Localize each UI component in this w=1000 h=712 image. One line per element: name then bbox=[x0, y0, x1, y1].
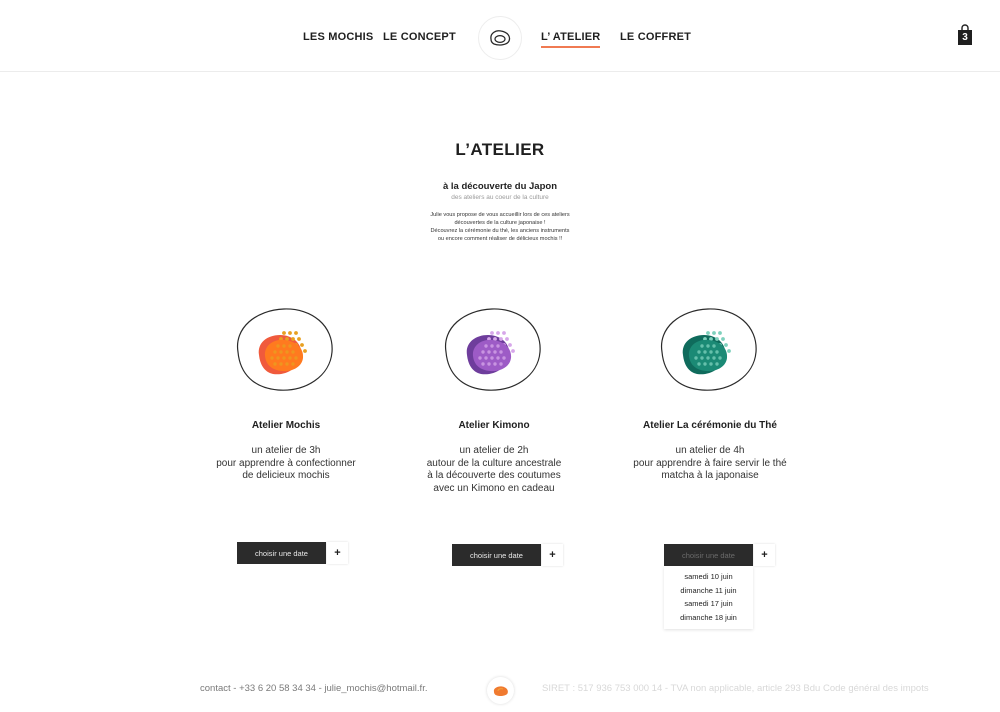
page-tagline: des ateliers au coeur de la culture bbox=[451, 194, 549, 201]
add-button-kimono[interactable]: + bbox=[542, 544, 563, 566]
card-description-line: un atelier de 2h bbox=[459, 445, 529, 456]
add-button-mochis[interactable]: + bbox=[327, 542, 348, 564]
intro-paragraph: Julie vous propose de vous accueillir lo… bbox=[0, 211, 1000, 243]
home-logo[interactable] bbox=[478, 16, 522, 60]
intro-line: Julie vous propose de vous accueillir lo… bbox=[430, 212, 570, 218]
cart-button[interactable]: 3 bbox=[957, 24, 975, 48]
mochi-illustration-icon bbox=[445, 308, 541, 391]
card-title: Atelier La cérémonie du Thé bbox=[643, 420, 777, 431]
card-title: Atelier Mochis bbox=[251, 420, 321, 431]
cart-count: 3 bbox=[962, 32, 968, 43]
nav-le-concept[interactable]: LE CONCEPT bbox=[383, 31, 456, 43]
date-option[interactable]: samedi 17 juin bbox=[664, 597, 753, 611]
page-title: L’ATELIER bbox=[455, 140, 545, 159]
intro-line: Découvrez la cérémonie du thé, les ancie… bbox=[430, 228, 570, 234]
footer-logo[interactable] bbox=[487, 677, 514, 704]
mochi-illustration-icon bbox=[661, 308, 757, 391]
page-subtitle: à la découverte du Japon bbox=[442, 181, 558, 192]
choose-date-button-mochis[interactable]: choisir une date bbox=[237, 542, 326, 564]
site-header: LES MOCHIS LE CONCEPT L’ ATELIER LE COFF… bbox=[0, 0, 1000, 72]
choose-date-button-the[interactable]: choisir une date bbox=[664, 544, 753, 566]
mochi-logo-icon bbox=[493, 685, 508, 696]
card-description-line: matcha à la japonaise bbox=[661, 470, 759, 482]
choose-date-button-kimono[interactable]: choisir une date bbox=[452, 544, 541, 566]
card-description-line: un atelier de 3h bbox=[251, 445, 321, 456]
card-description-line: autour de la culture ancestrale bbox=[426, 457, 562, 469]
card-description-line: à la découverte des coutumes bbox=[427, 470, 561, 482]
card-description-line: pour apprendre à confectionner bbox=[216, 457, 356, 469]
card-description: un atelier de 3h pour apprendre à confec… bbox=[176, 445, 396, 483]
footer-contact: contact - +33 6 20 58 34 34 - julie_moch… bbox=[200, 683, 428, 694]
card-title: Atelier Kimono bbox=[458, 420, 530, 431]
intro-line: découvertes de la culture japonaise ! bbox=[454, 220, 546, 226]
mochi-logo-icon bbox=[490, 30, 511, 46]
nav-les-mochis[interactable]: LES MOCHIS bbox=[303, 31, 373, 43]
card-description-line: un atelier de 4h bbox=[675, 445, 745, 456]
date-dropdown: samedi 10 juin dimanche 11 juin samedi 1… bbox=[664, 566, 753, 629]
card-description-line: avec un Kimono en cadeau bbox=[433, 482, 555, 494]
footer-legal: SIRET : 517 936 753 000 14 - TVA non app… bbox=[542, 683, 929, 694]
intro-line: ou encore comment réaliser de délicieux … bbox=[437, 236, 563, 242]
nav-le-coffret[interactable]: LE COFFRET bbox=[620, 31, 691, 43]
card-description: un atelier de 4h pour apprendre à faire … bbox=[600, 445, 820, 483]
date-option[interactable]: samedi 10 juin bbox=[664, 570, 753, 584]
date-option[interactable]: dimanche 18 juin bbox=[664, 611, 753, 625]
card-description-line: pour apprendre à faire servir le thé bbox=[633, 457, 787, 469]
nav-l-atelier[interactable]: L’ ATELIER bbox=[541, 31, 601, 48]
card-description: un atelier de 2h autour de la culture an… bbox=[384, 445, 604, 495]
card-description-line: de delicieux mochis bbox=[242, 470, 330, 482]
date-option[interactable]: dimanche 11 juin bbox=[664, 584, 753, 598]
mochi-illustration-icon bbox=[237, 308, 333, 391]
add-button-the[interactable]: + bbox=[754, 544, 775, 566]
